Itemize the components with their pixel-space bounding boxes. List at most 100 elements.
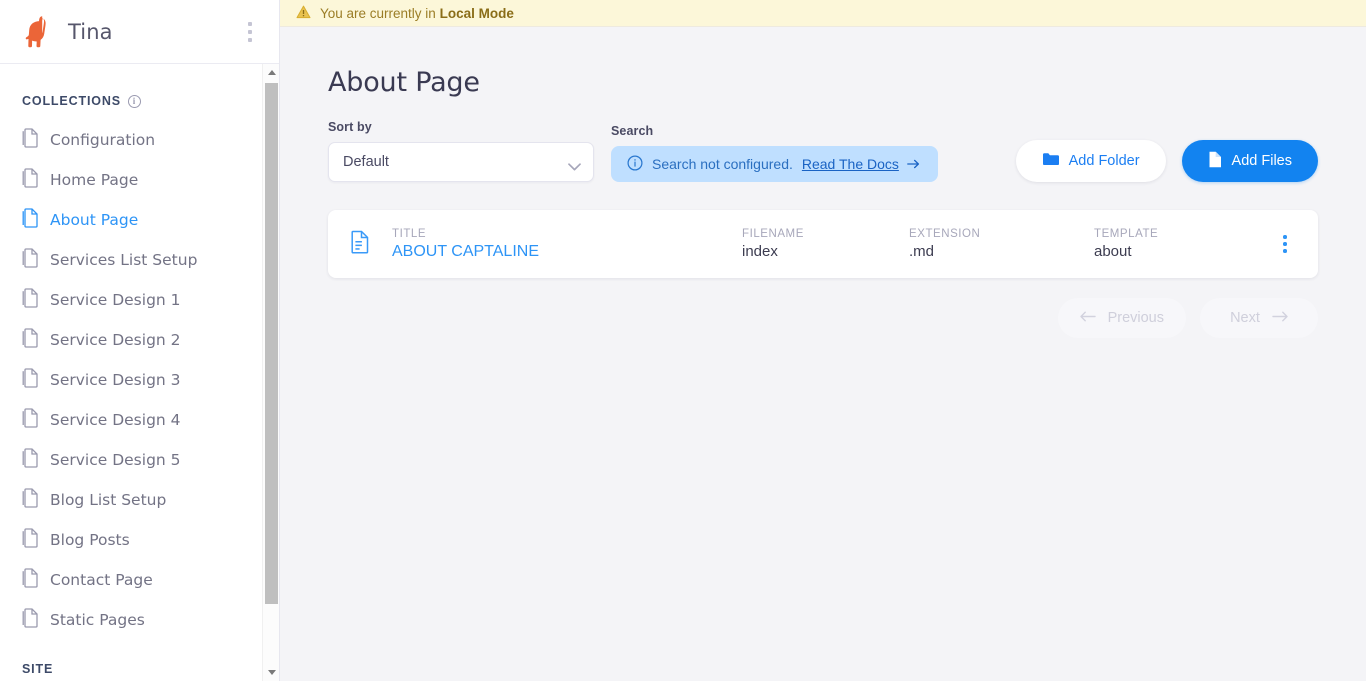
sidebar-item-static-pages[interactable]: Static Pages (0, 600, 279, 640)
info-icon[interactable]: i (127, 94, 141, 108)
sort-by-label: Sort by (328, 120, 372, 134)
cell-filename: FILENAME index (742, 228, 909, 260)
collections-nav-list: Configuration Home Page About Page Servi… (0, 120, 279, 640)
sidebar-header: Tina (0, 0, 279, 64)
search-not-configured-note: Search not configured. Read The Docs (611, 146, 938, 182)
banner-prefix: You are currently in (320, 5, 440, 21)
sidebar-item-about-page[interactable]: About Page (0, 200, 279, 240)
document-icon (22, 248, 39, 272)
table-row[interactable]: TITLE ABOUT CAPTALINE FILENAME index EXT… (328, 210, 1318, 278)
document-icon (22, 528, 39, 552)
app-root: Tina COLLECTIONS i Configuration Home Pa… (0, 0, 1366, 681)
site-section-header: SITE (0, 640, 279, 681)
search-group: Search Search not configured. Read The D… (611, 124, 938, 182)
sidebar-item-service-design-3[interactable]: Service Design 3 (0, 360, 279, 400)
sidebar-item-label: Service Design 5 (50, 451, 181, 469)
sidebar-scroll-area: COLLECTIONS i Configuration Home Page Ab… (0, 64, 279, 681)
sidebar-item-label: Contact Page (50, 571, 153, 589)
row-extension-value: .md (909, 243, 935, 260)
sidebar-item-blog-posts[interactable]: Blog Posts (0, 520, 279, 560)
cell-title: TITLE ABOUT CAPTALINE (392, 228, 742, 261)
sidebar-item-service-design-4[interactable]: Service Design 4 (0, 400, 279, 440)
sidebar-item-label: Service Design 1 (50, 291, 181, 309)
document-icon (22, 208, 39, 232)
main-area: You are currently in Local Mode About Pa… (280, 0, 1366, 681)
sort-by-value: Default (343, 154, 389, 170)
local-mode-banner-text: You are currently in Local Mode (320, 6, 514, 21)
read-the-docs-link[interactable]: Read The Docs (802, 156, 920, 172)
cell-template: TEMPLATE about (1094, 228, 1274, 260)
action-buttons: Add Folder Add Files (1015, 140, 1318, 182)
document-icon (22, 608, 39, 632)
next-label: Next (1230, 310, 1260, 326)
document-icon (22, 448, 39, 472)
row-title-value[interactable]: ABOUT CAPTALINE (392, 243, 742, 261)
row-template-value: about (1094, 243, 1132, 260)
document-icon (22, 568, 39, 592)
row-filename-value: index (742, 243, 778, 260)
warning-triangle-icon (296, 5, 311, 22)
sidebar-item-label: Blog List Setup (50, 491, 167, 509)
pagination: Previous Next (328, 298, 1318, 338)
document-icon (22, 288, 39, 312)
file-icon (1208, 151, 1222, 172)
sidebar-item-service-design-1[interactable]: Service Design 1 (0, 280, 279, 320)
sidebar-item-home-page[interactable]: Home Page (0, 160, 279, 200)
sidebar: Tina COLLECTIONS i Configuration Home Pa… (0, 0, 280, 681)
scroll-up-arrow-icon[interactable] (263, 64, 279, 81)
cell-extension: EXTENSION .md (909, 228, 1094, 260)
column-header-title: TITLE (392, 227, 427, 240)
collections-label: COLLECTIONS (22, 94, 121, 108)
app-title: Tina (68, 19, 113, 44)
sidebar-item-service-design-2[interactable]: Service Design 2 (0, 320, 279, 360)
sidebar-item-label: Services List Setup (50, 251, 198, 269)
document-icon (22, 488, 39, 512)
info-circle-icon (627, 154, 643, 174)
next-page-button[interactable]: Next (1200, 298, 1318, 338)
scrollbar-thumb[interactable] (265, 83, 278, 604)
column-header-extension: EXTENSION (909, 228, 981, 240)
add-files-button[interactable]: Add Files (1181, 140, 1318, 182)
chevron-down-icon (568, 159, 581, 170)
sidebar-header-menu-icon[interactable] (239, 19, 261, 45)
document-icon (22, 328, 39, 352)
search-label: Search (611, 124, 654, 138)
toolbar: Sort by Default Search Search not config… (328, 120, 1318, 182)
scroll-down-arrow-icon[interactable] (263, 664, 279, 681)
content-region: About Page Sort by Default Search Search… (280, 27, 1366, 681)
collections-section-header: COLLECTIONS i (0, 64, 279, 114)
local-mode-banner: You are currently in Local Mode (280, 0, 1366, 27)
document-lines-icon (350, 230, 370, 259)
search-message: Search not configured. (652, 156, 793, 172)
sidebar-item-contact-page[interactable]: Contact Page (0, 560, 279, 600)
sidebar-item-service-design-5[interactable]: Service Design 5 (0, 440, 279, 480)
column-header-template: TEMPLATE (1094, 228, 1159, 240)
page-title: About Page (328, 67, 480, 98)
arrow-left-icon (1079, 310, 1096, 326)
sidebar-item-label: Configuration (50, 131, 156, 149)
add-folder-button[interactable]: Add Folder (1015, 140, 1166, 182)
sidebar-item-label: Blog Posts (50, 531, 130, 549)
folder-icon (1042, 152, 1059, 170)
site-label: SITE (22, 662, 54, 676)
sidebar-item-label: Service Design 2 (50, 331, 181, 349)
row-menu-icon[interactable] (1274, 229, 1296, 259)
banner-mode: Local Mode (439, 5, 514, 21)
sidebar-item-blog-list-setup[interactable]: Blog List Setup (0, 480, 279, 520)
document-icon (22, 128, 39, 152)
sidebar-item-services-list-setup[interactable]: Services List Setup (0, 240, 279, 280)
sidebar-item-label: Static Pages (50, 611, 145, 629)
arrow-right-icon (907, 156, 920, 172)
llama-logo-icon (22, 15, 52, 49)
sidebar-item-label: Service Design 3 (50, 371, 181, 389)
sidebar-item-label: Home Page (50, 171, 139, 189)
sidebar-scrollbar[interactable] (262, 64, 279, 681)
sort-by-group: Sort by Default (328, 120, 594, 182)
document-icon (22, 368, 39, 392)
sidebar-item-configuration[interactable]: Configuration (0, 120, 279, 160)
sort-by-select[interactable]: Default (328, 142, 594, 182)
read-the-docs-label: Read The Docs (801, 156, 899, 172)
previous-label: Previous (1107, 310, 1164, 326)
previous-page-button[interactable]: Previous (1057, 298, 1186, 338)
column-header-filename: FILENAME (742, 228, 804, 240)
